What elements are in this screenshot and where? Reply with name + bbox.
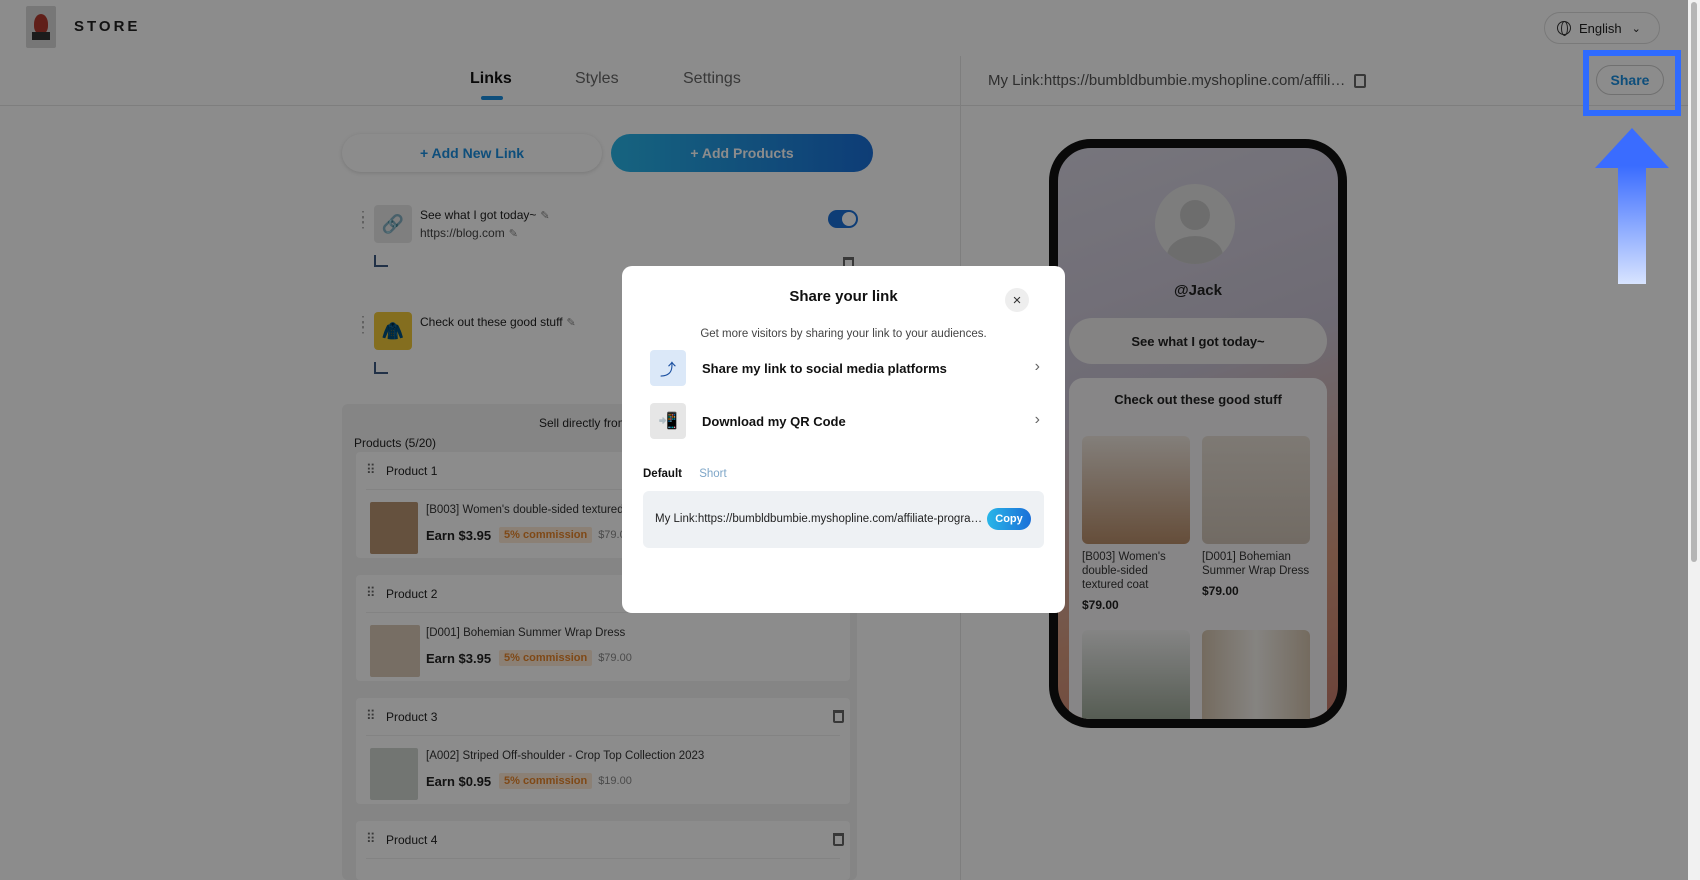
link-type-tabs: Default Short <box>643 468 727 480</box>
arrow-up-icon <box>1595 128 1669 168</box>
share-social-label: Share my link to social media platforms <box>702 360 947 376</box>
link-box: My Link:https://bumbldbumbie.myshopline.… <box>643 491 1044 548</box>
modal-title: Share your link <box>789 288 898 305</box>
copy-button[interactable]: Copy <box>987 508 1031 530</box>
modal-subtitle: Get more visitors by sharing your link t… <box>700 328 987 340</box>
scrollbar[interactable] <box>1688 0 1700 880</box>
tab-default[interactable]: Default <box>643 468 682 480</box>
share-social-option[interactable]: ⤴ Share my link to social media platform… <box>650 350 1040 386</box>
chevron-right-icon: › <box>1034 411 1040 428</box>
qr-code-icon: 📲 <box>650 403 686 439</box>
download-qr-option[interactable]: 📲 Download my QR Code › <box>650 403 1040 439</box>
download-qr-label: Download my QR Code <box>702 413 846 429</box>
tab-short[interactable]: Short <box>699 468 727 480</box>
share-modal: Share your link × Get more visitors by s… <box>622 266 1065 613</box>
share-icon: ⤴ <box>650 350 686 386</box>
arrow-shaft <box>1618 166 1646 284</box>
chevron-right-icon: › <box>1034 358 1040 375</box>
share-button-highlight <box>1583 50 1681 116</box>
share-link-text: My Link:https://bumbldbumbie.myshopline.… <box>655 513 987 525</box>
close-icon[interactable]: × <box>1005 288 1029 312</box>
